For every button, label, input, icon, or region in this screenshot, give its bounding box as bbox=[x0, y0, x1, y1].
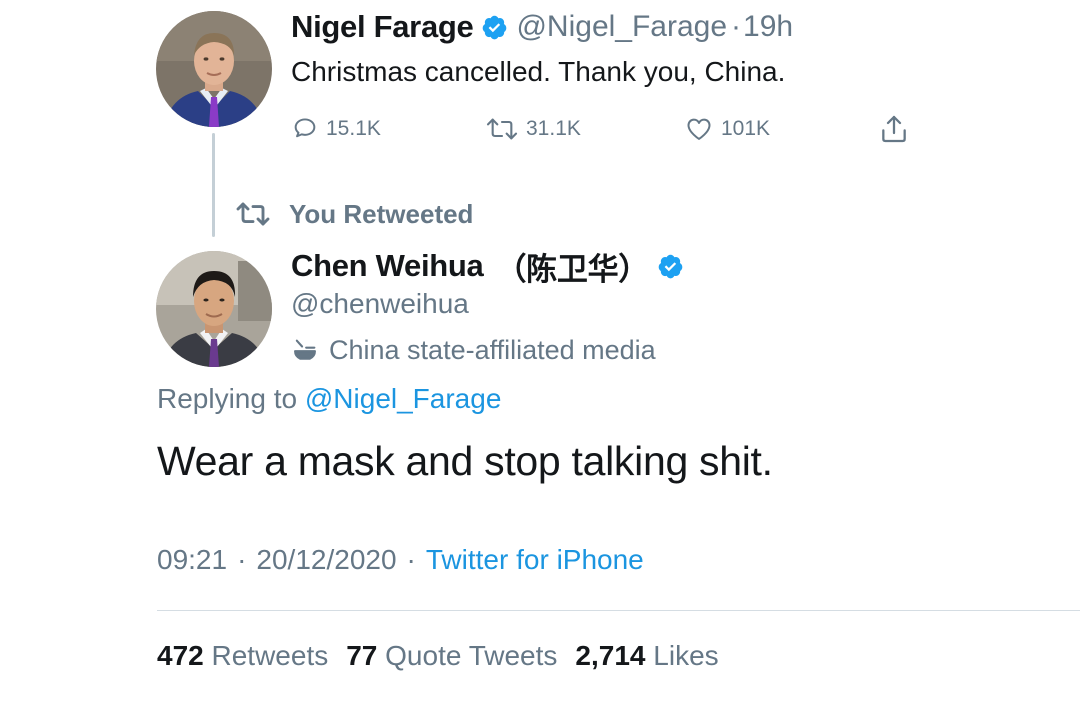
avatar-image bbox=[156, 11, 272, 127]
tweet-source[interactable]: Twitter for iPhone bbox=[426, 544, 644, 576]
quote-label: Quote Tweets bbox=[385, 640, 558, 671]
retweet-icon bbox=[486, 118, 518, 140]
quote-count: 77 bbox=[346, 640, 378, 671]
reply-count: 15.1K bbox=[326, 117, 381, 140]
likes-count: 2,714 bbox=[575, 640, 646, 671]
quote-tweets-stat[interactable]: 77 Quote Tweets bbox=[346, 640, 557, 672]
replying-prefix: Replying to bbox=[157, 383, 298, 414]
share-icon bbox=[882, 115, 906, 143]
verified-badge-icon bbox=[481, 14, 508, 41]
state-media-icon bbox=[294, 339, 316, 360]
author-name-native[interactable]: （陈卫华） bbox=[495, 244, 649, 289]
likes-stat[interactable]: 2,714 Likes bbox=[575, 640, 718, 672]
tweet-stats: 472 Retweets 77 Quote Tweets 2,714 Likes bbox=[157, 640, 719, 672]
retweet-count: 31.1K bbox=[526, 117, 581, 140]
state-media-text: China state-affiliated media bbox=[329, 334, 656, 365]
reply-icon bbox=[294, 118, 316, 138]
replying-to: Replying to @Nigel_Farage bbox=[157, 383, 501, 415]
retweets-stat[interactable]: 472 Retweets bbox=[157, 640, 328, 672]
retweet-button[interactable]: 31.1K bbox=[485, 113, 581, 145]
header-separator: · bbox=[731, 10, 742, 43]
tweet-text: Christmas cancelled. Thank you, China. bbox=[291, 56, 786, 87]
meta-dot: · bbox=[406, 544, 416, 575]
like-button[interactable]: 101K bbox=[684, 113, 770, 145]
retweet-icon bbox=[236, 202, 270, 226]
state-media-label[interactable]: China state-affiliated media bbox=[291, 332, 656, 368]
reply-header: Chen Weihua （陈卫华） bbox=[291, 244, 684, 289]
retweets-label: Retweets bbox=[211, 640, 329, 671]
verified-badge-icon bbox=[657, 253, 684, 280]
retweet-context-label: You Retweeted bbox=[289, 198, 474, 229]
meta-dot: · bbox=[237, 544, 247, 575]
author-name[interactable]: Chen Weihua bbox=[291, 248, 484, 284]
tweet-time[interactable]: 09:21 bbox=[157, 544, 227, 576]
tweet-header: Nigel Farage @Nigel_Farage · 19h bbox=[291, 8, 793, 46]
replying-to-handle[interactable]: @Nigel_Farage bbox=[305, 383, 502, 414]
like-count: 101K bbox=[721, 117, 771, 140]
thread-connector-line bbox=[212, 133, 215, 237]
retweets-count: 472 bbox=[157, 640, 204, 671]
reply-text: Wear a mask and stop talking shit. bbox=[157, 438, 773, 484]
heart-icon bbox=[687, 118, 711, 140]
author-handle[interactable]: @Nigel_Farage bbox=[516, 10, 727, 44]
avatar-image bbox=[156, 251, 272, 367]
tweet-time-ago[interactable]: 19h bbox=[743, 10, 793, 44]
retweet-context[interactable]: You Retweeted bbox=[233, 196, 473, 232]
avatar-chen-weihua[interactable] bbox=[156, 251, 272, 367]
divider bbox=[157, 610, 1080, 611]
tweet-meta: 09:21 · 20/12/2020 · Twitter for iPhone bbox=[157, 544, 644, 576]
share-button[interactable] bbox=[878, 113, 910, 145]
avatar-nigel-farage[interactable] bbox=[156, 11, 272, 127]
tweet-date[interactable]: 20/12/2020 bbox=[256, 544, 396, 576]
reply-button[interactable]: 15.1K bbox=[291, 113, 381, 145]
likes-label: Likes bbox=[653, 640, 719, 671]
author-name[interactable]: Nigel Farage bbox=[291, 9, 474, 45]
author-handle[interactable]: @chenweihua bbox=[291, 288, 469, 320]
